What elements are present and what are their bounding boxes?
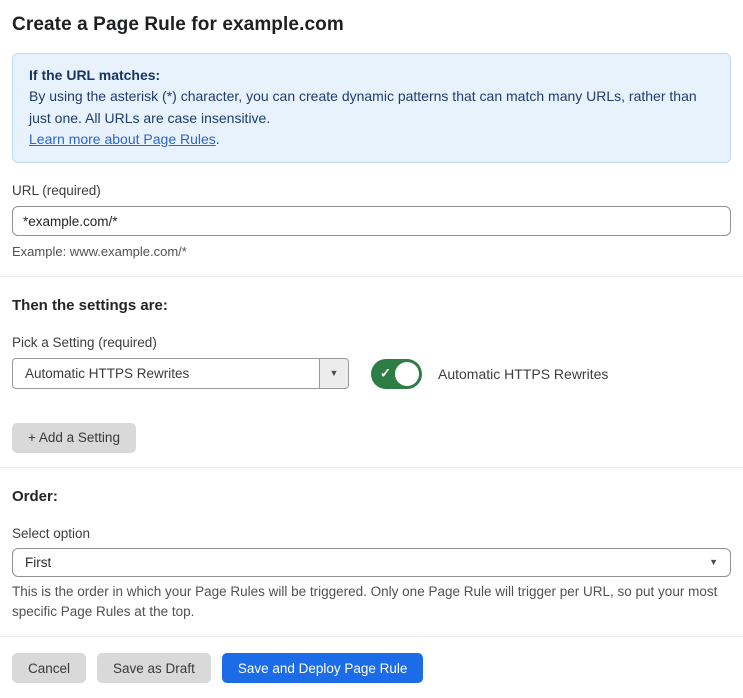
- url-matches-info-box: If the URL matches: By using the asteris…: [12, 53, 731, 164]
- url-input[interactable]: [12, 206, 731, 237]
- setting-select-value: Automatic HTTPS Rewrites: [25, 365, 190, 381]
- setting-row: Pick a Setting (required) Automatic HTTP…: [12, 335, 731, 389]
- toggle-knob: [395, 361, 419, 386]
- footer-actions: Cancel Save as Draft Save and Deploy Pag…: [12, 653, 731, 684]
- select-option-label: Select option: [12, 525, 91, 541]
- toggle-label: Automatic HTTPS Rewrites: [438, 365, 609, 382]
- divider: [0, 275, 743, 277]
- divider: [0, 466, 743, 468]
- save-as-draft-button[interactable]: Save as Draft: [97, 653, 211, 684]
- add-setting-button[interactable]: + Add a Setting: [12, 422, 136, 453]
- check-icon: ✓: [380, 365, 391, 381]
- link-period: .: [215, 130, 220, 147]
- setting-select-arrow-button[interactable]: ▼: [319, 358, 348, 388]
- save-and-deploy-button[interactable]: Save and Deploy Page Rule: [221, 653, 424, 684]
- info-box-heading: If the URL matches:: [29, 67, 161, 83]
- info-box-body: By using the asterisk (*) character, you…: [29, 88, 697, 126]
- cancel-button[interactable]: Cancel: [12, 653, 87, 684]
- order-select-value: First: [25, 554, 52, 570]
- divider: [0, 636, 743, 638]
- chevron-down-icon: ▼: [709, 556, 718, 567]
- order-helper: This is the order in which your Page Rul…: [12, 583, 718, 620]
- url-helper: Example: www.example.com/*: [12, 244, 187, 260]
- page-rule-form: Create a Page Rule for example.com If th…: [0, 0, 743, 698]
- setting-select[interactable]: Automatic HTTPS Rewrites ▼: [12, 357, 349, 389]
- order-select[interactable]: First ▼: [12, 547, 731, 577]
- info-box-link-line: Learn more about Page Rules.: [29, 129, 714, 150]
- settings-heading: Then the settings are:: [12, 296, 168, 314]
- url-label: URL (required): [12, 183, 101, 199]
- setting-picker-column: Pick a Setting (required) Automatic HTTP…: [12, 335, 349, 389]
- page-title: Create a Page Rule for example.com: [12, 14, 344, 35]
- automatic-https-rewrites-toggle[interactable]: ✓: [371, 358, 422, 389]
- toggle-group: ✓ Automatic HTTPS Rewrites: [371, 358, 609, 389]
- learn-more-link[interactable]: Learn more about Page Rules: [29, 131, 216, 147]
- pick-setting-label: Pick a Setting (required): [12, 334, 157, 350]
- order-heading: Order:: [12, 487, 58, 505]
- chevron-down-icon: ▼: [329, 367, 339, 378]
